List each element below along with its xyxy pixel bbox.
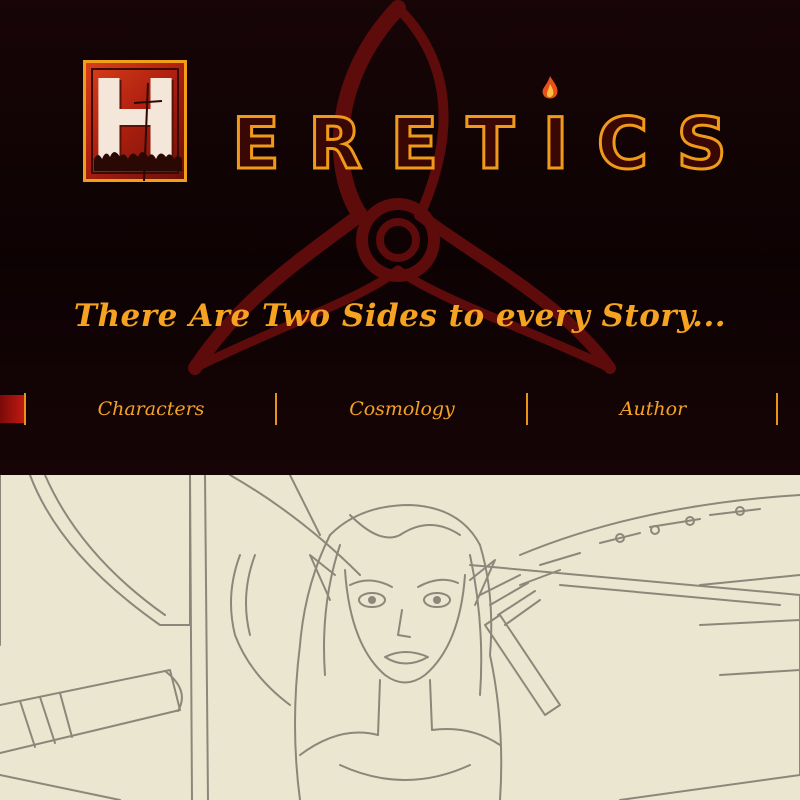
logo-emblem[interactable]: H <box>83 57 187 187</box>
main-nav: Characters Cosmology Author <box>0 393 800 429</box>
flame-icon <box>542 76 558 99</box>
site-title[interactable]: E R E T I C S <box>231 103 729 186</box>
comic-sketch-image <box>0 475 800 800</box>
title-letter: R <box>307 103 364 186</box>
sketch-artwork <box>0 475 800 800</box>
nav-item-characters[interactable]: Characters <box>26 393 276 425</box>
title-letter: E <box>389 103 440 186</box>
sword-icon <box>133 82 163 181</box>
tagline: There Are Two Sides to every Story... <box>73 298 727 334</box>
nav-item-author[interactable]: Author <box>528 393 778 425</box>
title-letter: S <box>675 103 728 186</box>
site-header: H E R E T I C S There Are Two Sides to e… <box>0 0 800 475</box>
nav-divider <box>776 393 778 425</box>
title-letter: T <box>465 103 516 186</box>
nav-item-cosmology[interactable]: Cosmology <box>277 393 527 425</box>
title-letter: E <box>231 103 282 186</box>
title-letter: C <box>595 103 649 186</box>
title-letter: I <box>541 103 570 186</box>
nav-accent-bar <box>0 395 24 423</box>
